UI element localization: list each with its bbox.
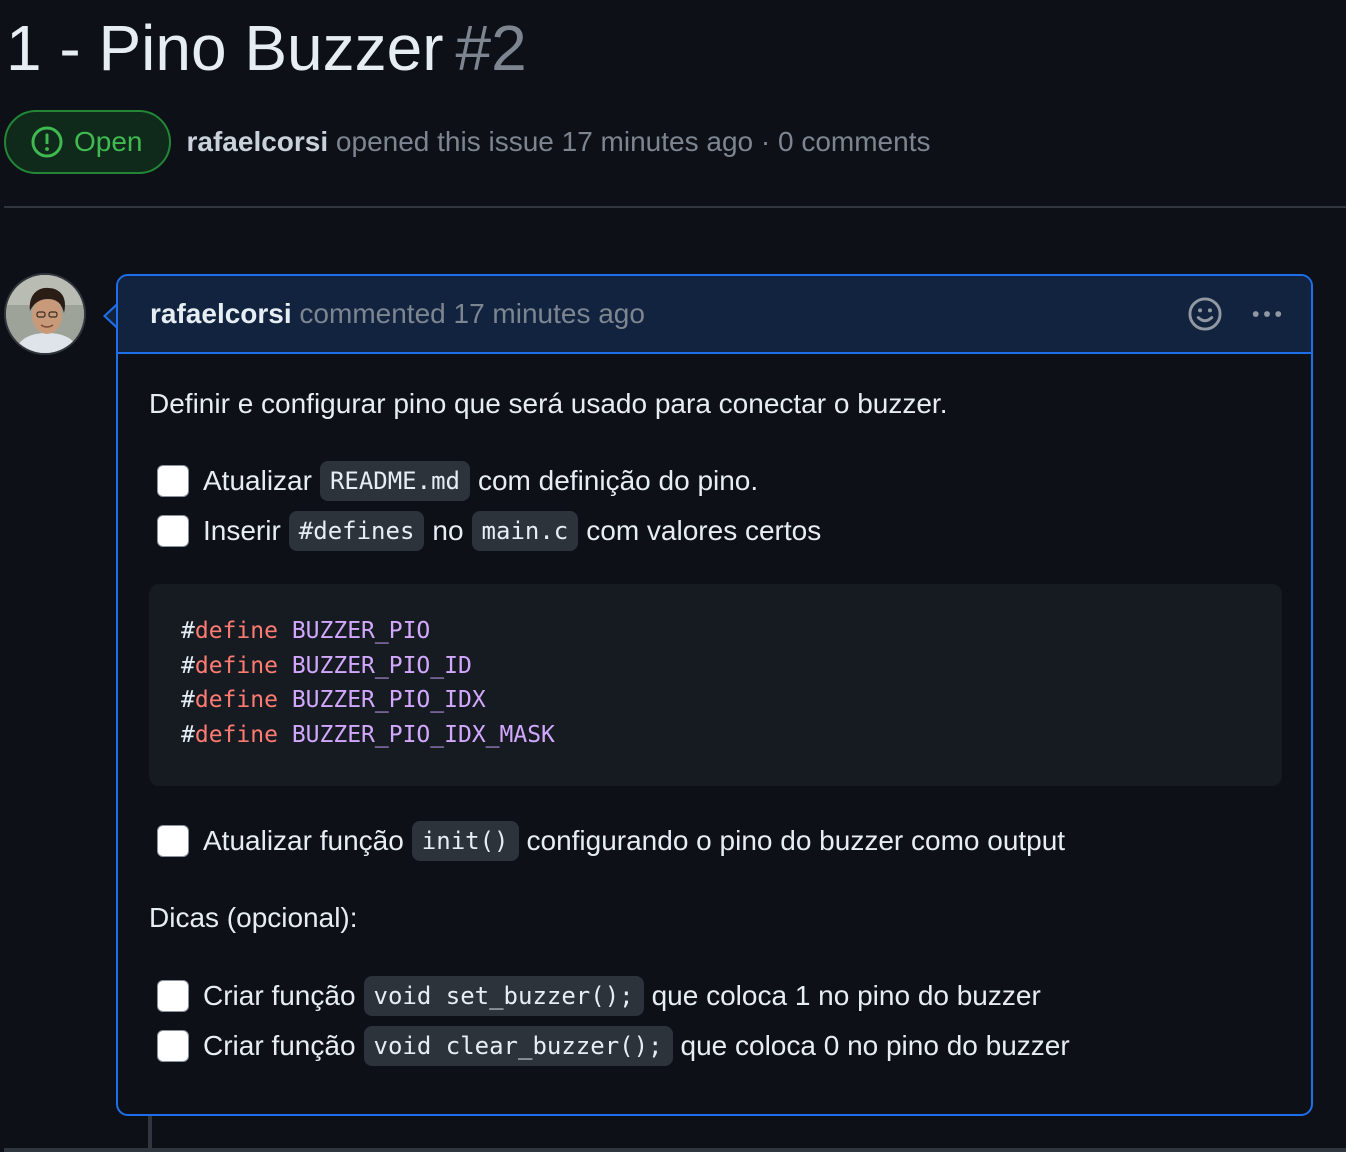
state-label: Open [74,126,143,157]
task-checkbox[interactable] [157,1030,189,1062]
code-line: #define BUZZER_PIO [181,618,431,644]
code-line: #define BUZZER_PIO_IDX [181,687,486,713]
task-checkbox[interactable] [157,980,189,1012]
comment-box: rafaelcorsi commented 17 minutes ago Def… [116,274,1313,1116]
task-text: Criar função [203,1030,356,1061]
issue-meta: Open rafaelcorsi opened this issue 17 mi… [4,110,930,174]
task-item: Atualizar função init() configurando o p… [149,816,1281,866]
state-badge: Open [4,110,171,174]
issue-opened-icon [31,126,63,158]
issue-author-link[interactable]: rafaelcorsi [187,126,329,157]
task-item: Atualizar README.md com definição do pin… [149,456,1281,506]
inline-code: void clear_buzzer(); [363,1026,673,1066]
avatar[interactable] [4,273,86,355]
task-checkbox[interactable] [157,825,189,857]
task-text: que coloca 1 no pino do buzzer [651,980,1041,1011]
more-options-button[interactable] [1247,294,1287,334]
comment-header: rafaelcorsi commented 17 minutes ago [118,276,1311,354]
task-text: com valores certos [586,515,822,546]
task-item: Criar função void set_buzzer(); que colo… [149,971,1281,1021]
timeline-divider [4,1148,1346,1152]
inline-code: void set_buzzer(); [363,976,644,1016]
comment-body: Definir e configurar pino que será usado… [118,354,1311,1071]
code-line: #define BUZZER_PIO_IDX_MASK [181,721,555,748]
comment-timestamp[interactable]: commented 17 minutes ago [299,298,645,329]
issue-page: 1 - Pino Buzzer #2 Open rafaelcorsi opene… [0,0,1346,1152]
intro-paragraph: Definir e configurar pino que será usado… [149,388,948,419]
comment-actions [1185,294,1287,334]
issue-number: #2 [455,12,527,84]
task-item: Inserir #defines no main.c com valores c… [149,506,1281,556]
task-list-2: Atualizar função init() configurando o p… [149,816,1281,866]
task-checkbox[interactable] [157,465,189,497]
issue-meta-text: rafaelcorsi opened this issue 17 minutes… [187,126,931,158]
inline-code: main.c [471,511,579,551]
task-text: configurando o pino do buzzer como outpu… [526,825,1066,856]
issue-title-text: 1 - Pino Buzzer [6,12,444,84]
task-text: Atualizar função [203,825,404,856]
smiley-icon [1188,297,1222,331]
timeline-line [148,1116,152,1152]
avatar-image [6,275,84,353]
issue-title: 1 - Pino Buzzer #2 [6,10,527,86]
issue-meta-detail: opened this issue 17 minutes ago · 0 com… [335,126,931,157]
task-text: no [432,515,464,546]
inline-code: #defines [288,511,425,551]
code-line: #define BUZZER_PIO_ID [181,652,472,679]
tips-heading: Dicas (opcional): [149,902,358,933]
task-text: que coloca 0 no pino do buzzer [680,1030,1070,1061]
task-checkbox[interactable] [157,515,189,547]
comment-header-text: rafaelcorsi commented 17 minutes ago [150,298,645,330]
inline-code: init() [411,821,519,861]
task-text: com definição do pino. [477,465,759,496]
task-item: Criar função void clear_buzzer(); que co… [149,1021,1281,1071]
inline-code: README.md [319,461,470,501]
add-reaction-button[interactable] [1185,294,1225,334]
task-list-3: Criar função void set_buzzer(); que colo… [149,971,1281,1071]
comment-author-link[interactable]: rafaelcorsi [150,298,292,329]
task-text: Inserir [203,515,281,546]
header-divider [4,206,1346,208]
code-block: #define BUZZER_PIO #define BUZZER_PIO_ID… [149,584,1282,786]
task-text: Criar função [203,980,356,1011]
kebab-horizontal-icon [1252,311,1282,317]
task-list-1: Atualizar README.md com definição do pin… [149,456,1281,556]
task-text: Atualizar [203,465,312,496]
